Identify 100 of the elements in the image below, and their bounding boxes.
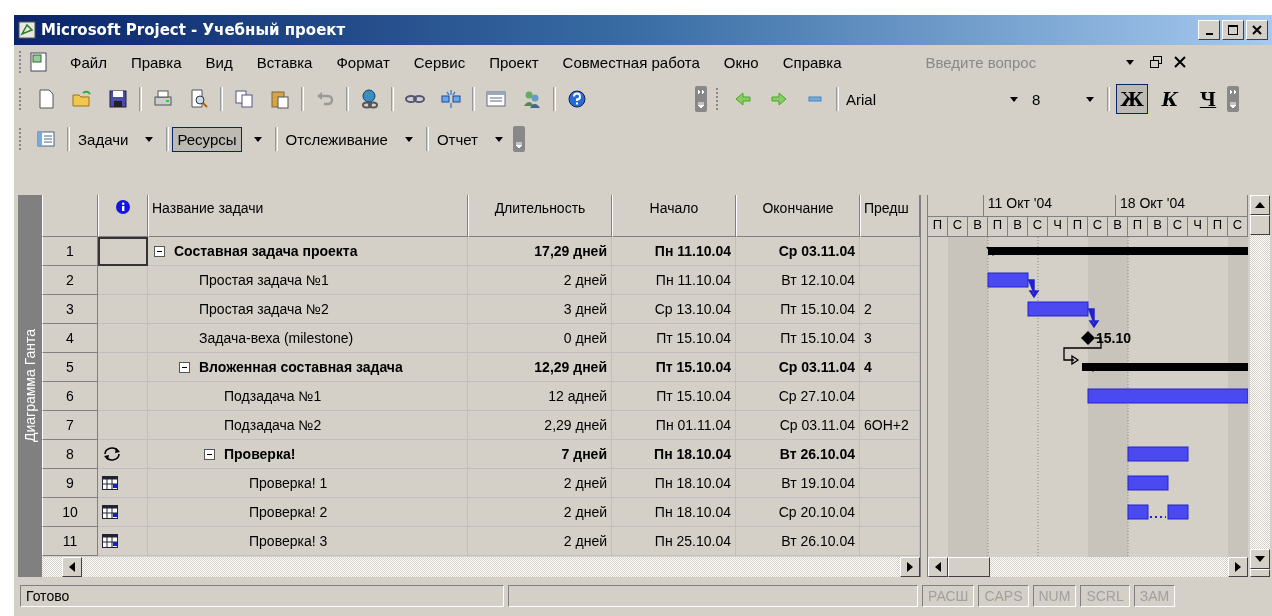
split-box[interactable] (1250, 569, 1270, 577)
indicator-cell[interactable] (98, 411, 148, 440)
horizontal-scrollbar[interactable] (42, 557, 920, 577)
duration-cell: 2 дней (468, 498, 612, 527)
text-style-button[interactable]: Ж (1116, 84, 1148, 114)
print-preview-icon[interactable] (188, 88, 210, 110)
menu-item[interactable]: Окно (723, 53, 759, 71)
indicator-cell[interactable] (98, 527, 148, 556)
maximize-button[interactable] (1222, 20, 1244, 40)
font-name-field[interactable]: Arial (842, 88, 1000, 110)
column-header[interactable]: Название задачи (148, 195, 468, 237)
collapse-toggle-icon[interactable] (154, 245, 165, 257)
indicator-cell[interactable] (98, 382, 148, 411)
row-number[interactable]: 3 (42, 295, 98, 324)
indicator-cell[interactable] (98, 237, 148, 266)
milestone-marker[interactable] (1081, 331, 1095, 345)
column-header[interactable]: Предш (860, 195, 920, 237)
scroll-left-icon[interactable] (935, 562, 941, 572)
menu-item[interactable]: Совместная работа (562, 53, 700, 71)
close-button[interactable] (1246, 20, 1268, 40)
row-number[interactable]: 5 (42, 353, 98, 382)
indicator-cell[interactable] (98, 353, 148, 382)
view-menu-button[interactable]: Ресурсы (172, 126, 242, 152)
indicator-cell[interactable] (98, 324, 148, 353)
dropdown-arrow-icon[interactable] (404, 136, 413, 142)
summary-bar[interactable] (1082, 363, 1248, 372)
dropdown-arrow-icon[interactable] (494, 136, 503, 142)
minimize-button[interactable] (1198, 20, 1220, 40)
toolbar-options-icon[interactable] (512, 126, 525, 152)
scroll-thumb[interactable] (948, 557, 990, 577)
menu-item[interactable]: Вид (205, 53, 233, 71)
unlink-icon[interactable] (440, 88, 462, 110)
menu-item[interactable]: Файл (70, 53, 107, 71)
menu-item[interactable]: Сервис (413, 53, 466, 71)
toolbar-options-icon[interactable] (695, 86, 707, 112)
task-name: Простая задача №2 (199, 301, 329, 317)
restore-icon[interactable] (1149, 56, 1162, 68)
copy-icon[interactable] (233, 88, 255, 110)
minimize-icon (1205, 33, 1213, 35)
menu-item[interactable]: Правка (130, 53, 182, 71)
menu-item[interactable]: Справка (782, 53, 842, 71)
timescale-day-label: С (1028, 216, 1048, 237)
dropdown-arrow-icon[interactable] (253, 136, 262, 142)
toolbar-options-icon[interactable] (1227, 86, 1239, 112)
split-task-bar[interactable] (1127, 504, 1189, 520)
close-icon[interactable] (1173, 56, 1186, 68)
row-number[interactable]: 7 (42, 411, 98, 440)
scroll-down-icon[interactable] (1255, 556, 1265, 562)
dropdown-arrow-icon[interactable] (1086, 96, 1094, 102)
duration-cell: 12 адней (468, 382, 612, 411)
row-number[interactable]: 8 (42, 440, 98, 469)
indicator-cell[interactable] (98, 440, 148, 469)
collapse-toggle-icon[interactable] (204, 448, 215, 460)
view-menu-button[interactable]: Отслеживание (280, 126, 393, 152)
summary-bar[interactable] (986, 247, 1248, 256)
scroll-thumb[interactable] (1250, 215, 1270, 235)
row-number[interactable]: 4 (42, 324, 98, 353)
text-style-button[interactable]: Ч (1192, 84, 1224, 114)
dropdown-arrow-icon[interactable] (1010, 96, 1018, 102)
menu-item[interactable]: Формат (336, 53, 390, 71)
row-number[interactable]: 2 (42, 266, 98, 295)
scroll-up-icon[interactable] (1255, 202, 1265, 208)
scroll-right-icon[interactable] (1235, 562, 1241, 572)
vertical-scrollbar[interactable] (1250, 195, 1270, 577)
indicator-cell[interactable] (98, 266, 148, 295)
indicators-header[interactable] (98, 195, 148, 237)
column-header[interactable]: Начало (612, 195, 736, 237)
horizontal-scrollbar[interactable] (928, 557, 1248, 577)
list-view-icon[interactable] (35, 128, 57, 150)
row-number[interactable]: 11 (42, 527, 98, 556)
timescale-day-label: П (1208, 216, 1228, 237)
font-size-field[interactable]: 8 (1028, 88, 1076, 110)
menu-item[interactable]: Вставка (256, 53, 313, 71)
finish-cell: Вт 26.10.04 (736, 527, 860, 556)
document-icon[interactable] (28, 51, 50, 73)
row-number[interactable]: 6 (42, 382, 98, 411)
column-header[interactable]: Окончание (736, 195, 860, 237)
indicator-cell[interactable] (98, 498, 148, 527)
paste-icon[interactable] (269, 88, 291, 110)
menu-item[interactable]: Проект (489, 53, 539, 71)
row-number[interactable]: 9 (42, 469, 98, 498)
dropdown-arrow-icon[interactable] (1125, 59, 1134, 65)
dropdown-arrow-icon[interactable] (145, 136, 154, 142)
globe-link-icon[interactable] (359, 88, 381, 110)
text-style-button[interactable]: К (1154, 84, 1186, 114)
view-menu-button[interactable]: Задачи (73, 126, 134, 152)
duration-cell: 17,29 дней (468, 237, 612, 266)
scroll-right-icon[interactable] (907, 562, 913, 572)
save-icon[interactable] (107, 88, 129, 110)
indicator-cell[interactable] (98, 469, 148, 498)
view-menu-button[interactable]: Отчет (431, 126, 483, 152)
collapse-toggle-icon[interactable] (179, 361, 190, 373)
row-number[interactable]: 1 (42, 237, 98, 266)
task-info-icon[interactable] (485, 88, 507, 110)
indicator-cell[interactable] (98, 295, 148, 324)
column-header[interactable]: Длительность (468, 195, 612, 237)
row-number[interactable]: 10 (42, 498, 98, 527)
duration-cell: 12,29 дней (468, 353, 612, 382)
scroll-left-icon[interactable] (69, 562, 75, 572)
help-icon[interactable] (566, 88, 588, 110)
